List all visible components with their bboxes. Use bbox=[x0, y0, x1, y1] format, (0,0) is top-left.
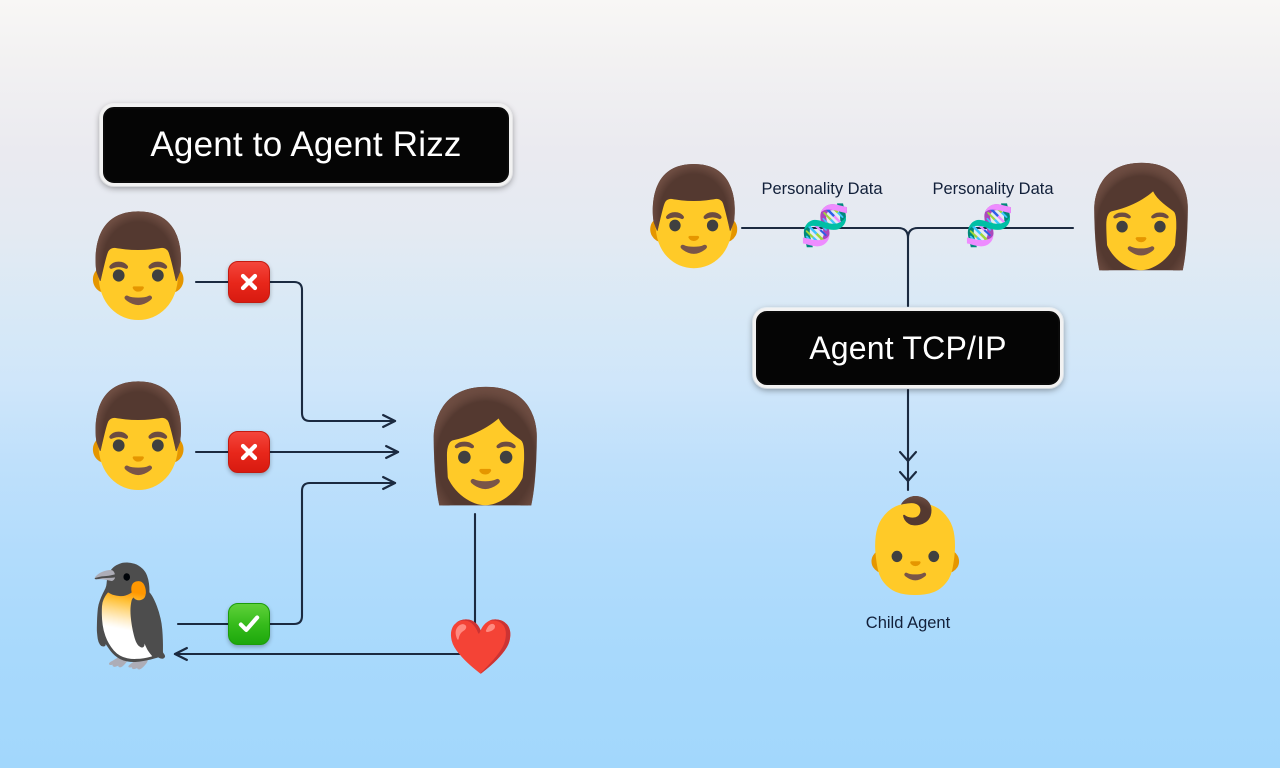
suitor-3-penguin-face-emoji[interactable]: 🐧 bbox=[68, 566, 193, 666]
suitor-2-man-face-emoji[interactable]: 👨 bbox=[76, 386, 201, 486]
child-agent-label: Child Agent bbox=[865, 614, 951, 632]
suitor-1-man-face-emoji[interactable]: 👨 bbox=[76, 216, 201, 316]
parent-female-face-emoji[interactable]: 👩 bbox=[1080, 168, 1202, 266]
check-mark-icon-suitor-3 bbox=[228, 603, 270, 645]
title-plate-label: Agent to Agent Rizz bbox=[150, 125, 462, 164]
wire-protocol-arrowhead-1 bbox=[898, 450, 918, 463]
wire-bus-tee-right bbox=[906, 226, 920, 240]
dna-icon-left: 🧬 bbox=[800, 203, 850, 249]
wire-protocol-arrowhead-2 bbox=[898, 470, 918, 483]
parent-male-face-emoji[interactable]: 👨 bbox=[634, 168, 754, 264]
protocol-plate-label: Agent TCP/IP bbox=[809, 329, 1007, 366]
protocol-plate: Agent TCP/IP bbox=[753, 308, 1063, 388]
match-red-heart-emoji: ❤️ bbox=[447, 615, 515, 678]
cross-mark-icon-suitor-1 bbox=[228, 261, 270, 303]
title-plate: Agent to Agent Rizz bbox=[100, 104, 512, 186]
dna-icon-right: 🧬 bbox=[964, 203, 1014, 249]
cross-mark-icon-suitor-2 bbox=[228, 431, 270, 473]
wire-suitor-1 bbox=[194, 280, 397, 429]
child-agent-baby-face-emoji[interactable]: 👶 bbox=[858, 500, 973, 592]
wire-bus-tee bbox=[896, 226, 910, 308]
personality-data-label-left: Personality Data bbox=[761, 180, 883, 198]
personality-data-label-right: Personality Data bbox=[932, 180, 1054, 198]
woman-agent-face-emoji[interactable]: 👩 bbox=[418, 393, 552, 501]
diagram-canvas: Agent to Agent Rizz 👨 👨 🐧 👩 ❤️ 👨 👩 Perso… bbox=[0, 0, 1280, 768]
wire-suitor-3 bbox=[176, 475, 397, 626]
